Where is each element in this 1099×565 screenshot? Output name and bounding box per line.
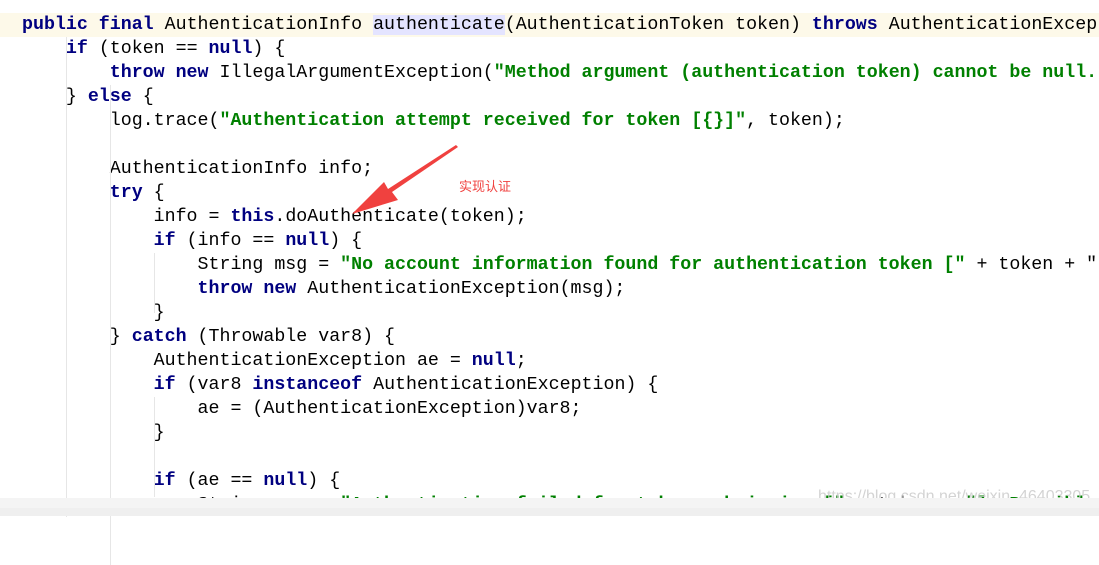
- indent-guide: [110, 85, 111, 565]
- code-token: (info ==: [186, 231, 286, 251]
- keyword-token: throws: [811, 15, 889, 35]
- code-token: AuthenticationInfo: [164, 15, 374, 35]
- code-token: log.trace(: [22, 111, 220, 131]
- code-line[interactable]: String msg = "No account information fou…: [0, 253, 1099, 277]
- code-token: AuthenticationException) {: [373, 375, 659, 395]
- code-line[interactable]: [0, 133, 1099, 157]
- code-token: .doAuthenticate(token);: [274, 207, 527, 227]
- code-line[interactable]: ae = (AuthenticationException)var8;: [0, 397, 1099, 421]
- code-line[interactable]: throw new AuthenticationException(msg);: [0, 277, 1099, 301]
- code-token: (var8: [186, 375, 253, 395]
- keyword-token: if: [65, 39, 99, 59]
- code-token: + token + ": [965, 255, 1098, 275]
- string-token: "Method argument (authentication token) …: [493, 63, 1098, 83]
- code-line[interactable]: [0, 445, 1099, 469]
- keyword-token: throw new: [197, 279, 308, 299]
- code-line[interactable]: if (info == null) {: [0, 229, 1099, 253]
- keyword-token: if: [153, 375, 187, 395]
- keyword-token: null: [471, 351, 516, 371]
- code-token: ) {: [252, 39, 286, 59]
- code-token: AuthenticationExcep: [888, 15, 1098, 35]
- code-line[interactable]: try {: [0, 181, 1099, 205]
- code-line[interactable]: AuthenticationException ae = null;: [0, 349, 1099, 373]
- keyword-token: instanceof: [252, 375, 374, 395]
- code-token: AuthenticationException ae =: [22, 351, 472, 371]
- code-token: }: [22, 423, 165, 443]
- code-token: ) {: [329, 231, 363, 251]
- keyword-token: null: [263, 471, 308, 491]
- code-token: String msg =: [22, 255, 341, 275]
- code-line[interactable]: if (token == null) {: [0, 37, 1099, 61]
- horizontal-scrollbar[interactable]: [0, 498, 1099, 508]
- keyword-token: null: [208, 39, 253, 59]
- code-line[interactable]: }: [0, 421, 1099, 445]
- code-token: {: [142, 87, 154, 107]
- keyword-token: try: [109, 183, 154, 203]
- code-line[interactable]: }: [0, 301, 1099, 325]
- code-token: {: [153, 183, 165, 203]
- code-line[interactable]: } catch (Throwable var8) {: [0, 325, 1099, 349]
- code-token: (Throwable var8) {: [197, 327, 396, 347]
- string-token: "Authentication attempt received for tok…: [219, 111, 747, 131]
- indent-guide: [66, 37, 67, 517]
- code-token: info =: [22, 207, 231, 227]
- code-token: (token ==: [98, 39, 209, 59]
- keyword-token: if: [153, 231, 187, 251]
- keyword-token: null: [285, 231, 330, 251]
- code-token: (ae ==: [186, 471, 264, 491]
- code-token: AuthenticationException(msg);: [307, 279, 626, 299]
- code-line[interactable]: info = this.doAuthenticate(token);: [0, 205, 1099, 229]
- code-line[interactable]: log.trace("Authentication attempt receiv…: [0, 109, 1099, 133]
- code-line[interactable]: AuthenticationInfo info;: [0, 157, 1099, 181]
- code-line[interactable]: if (var8 instanceof AuthenticationExcept…: [0, 373, 1099, 397]
- keyword-token: if: [153, 471, 187, 491]
- code-editor[interactable]: public final AuthenticationInfo authenti…: [0, 13, 1099, 517]
- code-token: , token);: [746, 111, 845, 131]
- keyword-token: this: [230, 207, 275, 227]
- code-token: }: [22, 327, 132, 347]
- keyword-token: catch: [131, 327, 198, 347]
- highlighted-identifier: authenticate: [373, 15, 505, 35]
- code-token: AuthenticationInfo info;: [22, 159, 374, 179]
- annotation-text: 实现认证: [459, 180, 512, 195]
- code-token: }: [22, 303, 165, 323]
- code-line[interactable]: public final AuthenticationInfo authenti…: [0, 13, 1099, 37]
- status-bar: [0, 508, 1099, 516]
- keyword-token: public final: [22, 15, 165, 35]
- indent-guide: [154, 397, 155, 497]
- code-token: (AuthenticationToken token): [504, 15, 812, 35]
- code-token: ;: [515, 351, 527, 371]
- code-token: IllegalArgumentException(: [219, 63, 494, 83]
- indent-guide: [154, 253, 155, 313]
- code-token: ) {: [307, 471, 341, 491]
- keyword-token: throw new: [109, 63, 220, 83]
- code-line[interactable]: } else {: [0, 85, 1099, 109]
- keyword-token: else: [87, 87, 143, 107]
- string-token: "No account information found for authen…: [340, 255, 966, 275]
- code-token: ae = (AuthenticationException)var8;: [22, 399, 582, 419]
- code-line[interactable]: throw new IllegalArgumentException("Meth…: [0, 61, 1099, 85]
- code-token: }: [22, 87, 88, 107]
